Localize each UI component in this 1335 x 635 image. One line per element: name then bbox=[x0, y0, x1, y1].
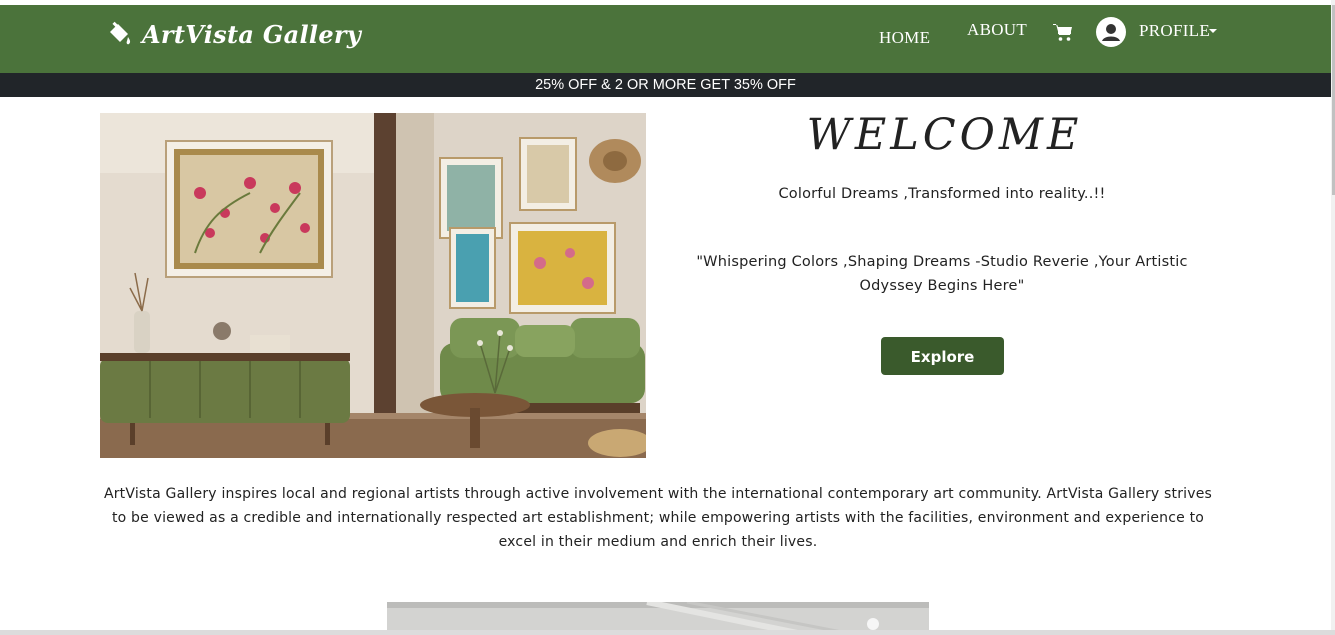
brand-link[interactable]: ArtVista Gallery bbox=[106, 18, 361, 50]
promo-text: 25% OFF & 2 OR MORE GET 35% OFF bbox=[535, 77, 796, 93]
nav-about-link[interactable]: ABOUT bbox=[967, 20, 1027, 40]
navbar: ArtVista Gallery HOME ABOUT PROFILE bbox=[0, 5, 1331, 73]
horizontal-scrollbar[interactable] bbox=[0, 630, 1335, 635]
profile-dropdown-toggle[interactable]: PROFILE bbox=[1139, 21, 1210, 41]
cart-icon[interactable] bbox=[1052, 21, 1074, 43]
welcome-heading: WELCOME bbox=[806, 110, 1083, 160]
hero-image bbox=[100, 113, 646, 458]
promo-banner: 25% OFF & 2 OR MORE GET 35% OFF bbox=[0, 73, 1331, 97]
hero-quote: "Whispering Colors ,Shaping Dreams -Stud… bbox=[696, 254, 1188, 294]
hero-tagline: Colorful Dreams ,Transformed into realit… bbox=[778, 186, 1106, 202]
explore-more-button[interactable]: Explore More bbox=[881, 337, 1004, 404]
brand-name: ArtVista Gallery bbox=[142, 19, 362, 49]
chevron-down-icon bbox=[1209, 29, 1217, 33]
paint-bucket-icon bbox=[110, 21, 131, 45]
about-paragraph: ArtVista Gallery inspires local and regi… bbox=[103, 486, 1213, 550]
user-avatar-icon[interactable] bbox=[1096, 17, 1126, 47]
nav-home-link[interactable]: HOME bbox=[879, 28, 930, 48]
